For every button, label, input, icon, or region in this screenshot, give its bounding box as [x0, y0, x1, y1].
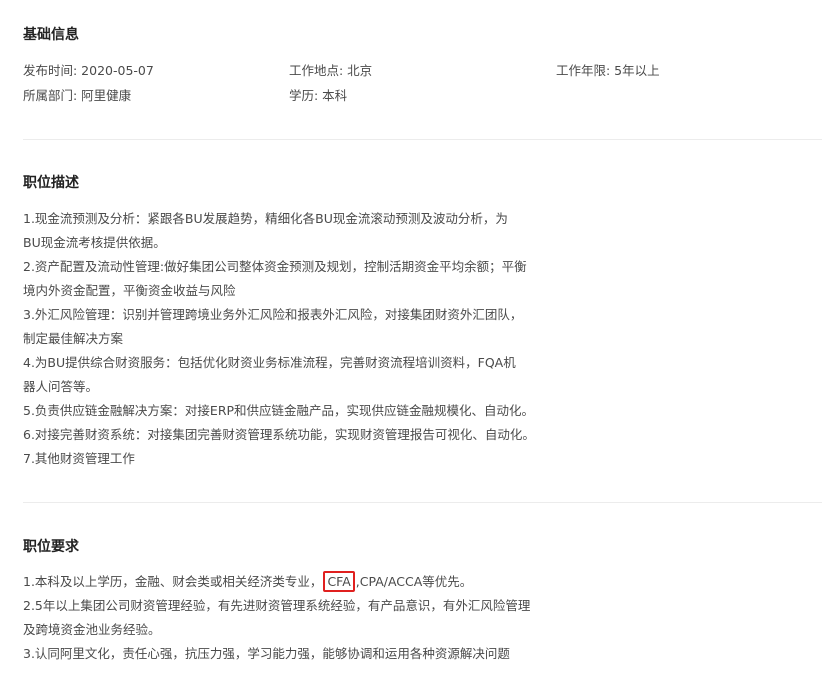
- divider: [23, 139, 822, 140]
- description-line: 6.对接完善财资系统：对接集团完善财资管理系统功能，实现财资管理报告可视化、自动…: [23, 427, 535, 442]
- description-line: 4.为BU提供综合财资服务：包括优化财资业务标准流程，完善财资流程培训资料，FQ…: [23, 355, 516, 370]
- description-line: 3.外汇风险管理：识别并管理跨境业务外汇风险和报表外汇风险，对接集团财资外汇团队…: [23, 307, 523, 322]
- requirement-line-prefix: 1.本科及以上学历，金融、财会类或相关经济类专业，: [23, 574, 323, 589]
- description-line: 器人问答等。: [23, 379, 99, 394]
- divider: [23, 502, 822, 503]
- work-location: 工作地点: 北京: [289, 63, 373, 78]
- department: 所属部门: 阿里健康: [23, 88, 132, 103]
- requirement-line: 3.认同阿里文化，责任心强，抗压力强，学习能力强，能够协调和运用各种资源解决问题: [23, 646, 510, 661]
- description-text: 1.现金流预测及分析：紧跟各BU发展趋势，精细化各BU现金流滚动预测及波动分析，…: [23, 207, 535, 471]
- description-line: BU现金流考核提供依据。: [23, 235, 166, 250]
- description-line: 5.负责供应链金融解决方案：对接ERP和供应链金融产品，实现供应链金融规模化、自…: [23, 403, 535, 418]
- description-line: 7.其他财资管理工作: [23, 451, 135, 466]
- requirements-title: 职位要求: [23, 539, 79, 555]
- description-line: 制定最佳解决方案: [23, 331, 124, 346]
- cfa-highlight: CFA: [323, 571, 355, 592]
- description-line: 境内外资金配置，平衡资金收益与风险: [23, 283, 236, 298]
- requirement-line: 1.本科及以上学历，金融、财会类或相关经济类专业， CFA ,CPA/ACCA等优先…: [23, 570, 523, 594]
- description-line: 2.资产配置及流动性管理:做好集团公司整体资金预测及规划，控制活期资金平均余额；…: [23, 259, 527, 274]
- education: 学历: 本科: [289, 88, 348, 103]
- work-experience: 工作年限: 5年以上: [556, 63, 660, 78]
- requirement-line-suffix: ,CPA/ACCA等优先。: [355, 574, 473, 589]
- requirements-text: 1.本科及以上学历，金融、财会类或相关经济类专业， CFA ,CPA/ACCA等优先…: [23, 570, 531, 666]
- basic-info-title: 基础信息: [23, 27, 79, 43]
- description-line: 1.现金流预测及分析：紧跟各BU发展趋势，精细化各BU现金流滚动预测及波动分析，…: [23, 211, 508, 226]
- requirement-line: 2.5年以上集团公司财资管理经验，有先进财资管理系统经验，有产品意识，有外汇风险…: [23, 598, 531, 613]
- requirement-line: 及跨境资金池业务经验。: [23, 622, 161, 637]
- publish-date: 发布时间: 2020-05-07: [23, 63, 154, 78]
- description-title: 职位描述: [23, 175, 79, 191]
